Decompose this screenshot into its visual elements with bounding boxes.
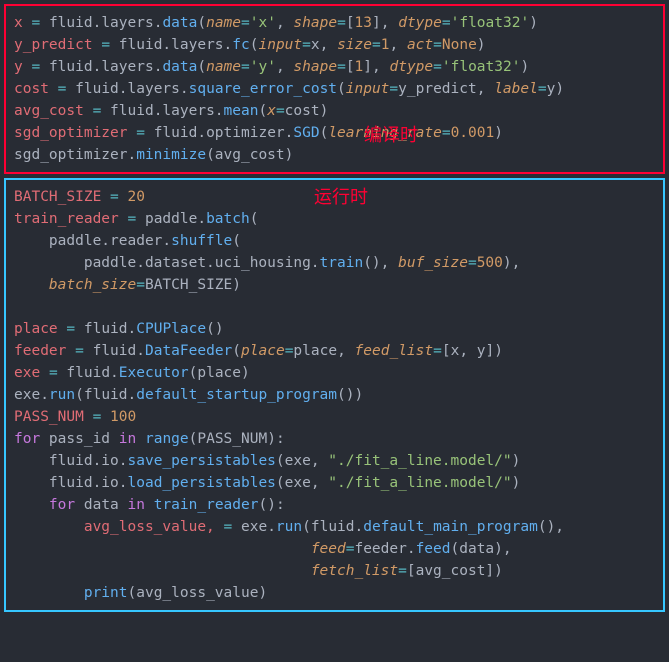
runtime-block: 运行时 BATCH_SIZE = 20 train_reader = paddl… (4, 178, 665, 612)
compile-time-label: 编译时 (364, 124, 418, 146)
runtime-label: 运行时 (314, 186, 368, 208)
code-block-2: BATCH_SIZE = 20 train_reader = paddle.ba… (14, 186, 655, 604)
compile-time-block: 编译时 x = fluid.layers.data(name='x', shap… (4, 4, 665, 174)
code-block-1: x = fluid.layers.data(name='x', shape=[1… (14, 12, 655, 166)
